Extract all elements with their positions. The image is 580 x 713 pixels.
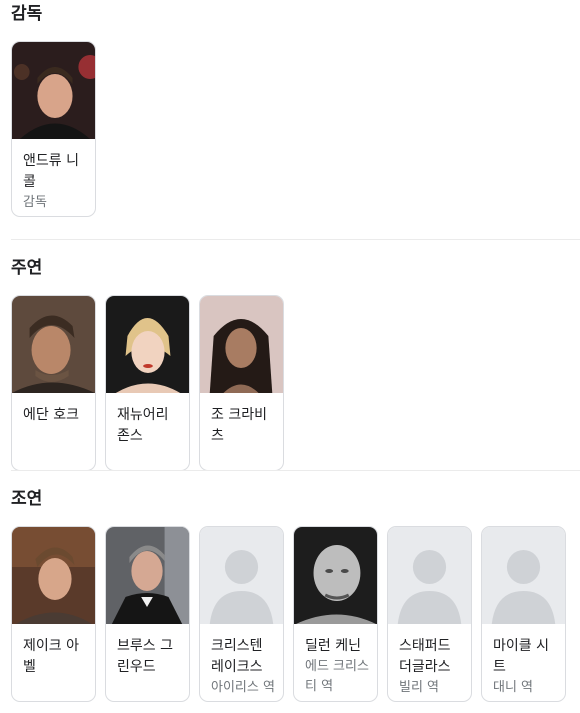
section-director: 감독 앤드류 니콜 감독 (11, 4, 580, 217)
person-card-zoe-kravitz[interactable]: 조 크라비츠 (199, 295, 284, 471)
person-card-kristen-rakes[interactable]: 크리스텐 레이크스 아이리스 역 (199, 526, 284, 702)
person-card-stafford-douglas[interactable]: 스태퍼드 더글라스 빌리 역 (387, 526, 472, 702)
person-photo (12, 527, 95, 624)
person-card-jake-abel[interactable]: 제이크 아벨 (11, 526, 96, 702)
person-role: 감독 (23, 195, 47, 210)
section-divider (11, 470, 580, 471)
person-photo (12, 42, 95, 139)
person-name: 앤드류 니콜 (23, 153, 79, 190)
person-card-bruce-greenwood[interactable]: 브루스 그린우드 (105, 526, 190, 702)
person-placeholder-icon (482, 527, 565, 624)
person-card-dylan-kenin[interactable]: 딜런 케닌 에드 크리스티 역 (293, 526, 378, 702)
person-photo (200, 296, 283, 393)
person-placeholder-icon (388, 527, 471, 624)
person-name: 조 크라비츠 (211, 407, 267, 444)
person-photo (12, 296, 95, 393)
person-name: 브루스 그린우드 (117, 638, 173, 675)
person-name: 딜런 케닌 (305, 638, 361, 654)
person-name: 스태퍼드 더글라스 (399, 638, 451, 675)
person-role: 대니 역 (493, 680, 534, 695)
person-name: 크리스텐 레이크스 (211, 638, 263, 675)
person-card-michael-sheets[interactable]: 마이클 시트 대니 역 (481, 526, 566, 702)
person-photo (106, 527, 189, 624)
person-role: 아이리스 역 (211, 680, 275, 695)
person-photo (106, 296, 189, 393)
section-divider (11, 239, 580, 240)
person-role: 빌리 역 (399, 680, 440, 695)
person-name: 제이크 아벨 (23, 638, 79, 675)
person-role: 에드 크리스티 역 (305, 659, 369, 694)
person-photo (294, 527, 377, 624)
section-supporting-cast: 조연 제이크 아벨 브루스 그린우드 크리스텐 레이크스 아이리스 역 딜런 케… (11, 489, 580, 702)
person-card-january-jones[interactable]: 재뉴어리 존스 (105, 295, 190, 471)
person-placeholder-icon (200, 527, 283, 624)
section-title: 감독 (11, 4, 43, 24)
person-card-andrew-niccol[interactable]: 앤드류 니콜 감독 (11, 41, 96, 217)
person-name: 마이클 시트 (493, 638, 549, 675)
section-main-cast: 주연 에단 호크 재뉴어리 존스 조 크라비츠 (11, 258, 580, 471)
person-name: 에단 호크 (23, 407, 79, 423)
section-title: 주연 (11, 258, 43, 278)
person-name: 재뉴어리 존스 (117, 407, 169, 444)
section-title: 조연 (11, 489, 43, 509)
person-card-ethan-hawke[interactable]: 에단 호크 (11, 295, 96, 471)
